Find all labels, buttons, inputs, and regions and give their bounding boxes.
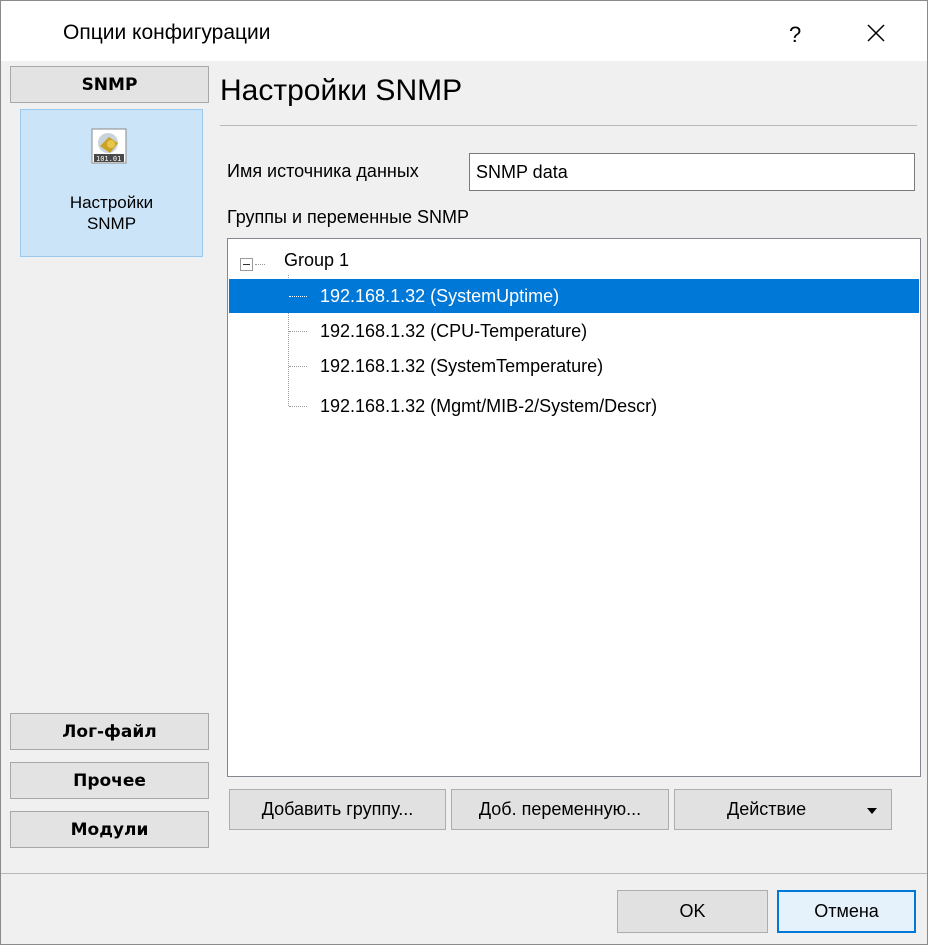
variable-label: 192.168.1.32 (SystemTemperature) — [320, 356, 604, 376]
snmp-settings-icon: 101.01 — [91, 128, 127, 164]
tree-group-row[interactable]: Group 1 — [228, 243, 918, 277]
variable-label: 192.168.1.32 (SystemUptime) — [320, 286, 560, 306]
window-title: Опции конфигурации — [63, 21, 271, 44]
snmp-tree[interactable]: Group 1 192.168.1.32 (SystemUptime) 192.… — [227, 238, 921, 777]
tree-connector — [255, 264, 265, 265]
help-button[interactable]: ? — [771, 12, 815, 52]
close-button[interactable] — [853, 12, 897, 52]
svg-text:101.01: 101.01 — [96, 155, 121, 163]
sidebar: SNMP 101.01 Настройки SNMP Лог-файл Проч… — [10, 61, 210, 851]
config-options-dialog: Опции конфигурации ? SNMP 101.01 Настрой… — [0, 0, 928, 945]
tree-variable-row[interactable]: 192.168.1.32 (Mgmt/MIB-2/System/Descr) — [229, 389, 919, 423]
page-title: Настройки SNMP — [220, 74, 463, 107]
add-variable-button[interactable]: Доб. переменную... — [451, 789, 669, 830]
sidebar-section-snmp[interactable]: SNMP — [10, 66, 209, 103]
collapse-icon[interactable] — [240, 258, 253, 271]
tree-variable-row[interactable]: 192.168.1.32 (SystemTemperature) — [229, 349, 919, 383]
sidebar-section-log-file[interactable]: Лог-файл — [10, 713, 209, 750]
sidebar-item-snmp-settings[interactable]: 101.01 Настройки SNMP — [20, 109, 203, 257]
help-icon: ? — [789, 22, 801, 47]
add-group-button[interactable]: Добавить группу... — [229, 789, 446, 830]
dropdown-arrow-icon — [867, 808, 877, 814]
footer-divider — [1, 873, 927, 874]
variable-label: 192.168.1.32 (Mgmt/MIB-2/System/Descr) — [320, 396, 658, 416]
svg-text:?: ? — [789, 22, 801, 47]
cancel-button[interactable]: Отмена — [777, 890, 916, 933]
tree-variable-row[interactable]: 192.168.1.32 (SystemUptime) — [229, 279, 919, 313]
variable-label: 192.168.1.32 (CPU-Temperature) — [320, 321, 588, 341]
close-icon — [867, 24, 885, 42]
groups-variables-label: Группы и переменные SNMP — [227, 207, 470, 227]
sidebar-section-modules[interactable]: Модули — [10, 811, 209, 848]
datasource-name-input[interactable] — [469, 153, 915, 191]
sidebar-item-label: Настройки SNMP — [69, 193, 154, 233]
ok-button[interactable]: OK — [617, 890, 768, 933]
action-dropdown-button[interactable]: Действие — [674, 789, 892, 830]
title-bar: Опции конфигурации ? — [1, 1, 927, 61]
datasource-name-label: Имя источника данных — [227, 161, 419, 181]
sidebar-section-other[interactable]: Прочее — [10, 762, 209, 799]
tree-variable-row[interactable]: 192.168.1.32 (CPU-Temperature) — [229, 314, 919, 348]
group-label: Group 1 — [284, 250, 350, 270]
title-divider — [220, 125, 917, 126]
action-label: Действие — [727, 799, 807, 819]
